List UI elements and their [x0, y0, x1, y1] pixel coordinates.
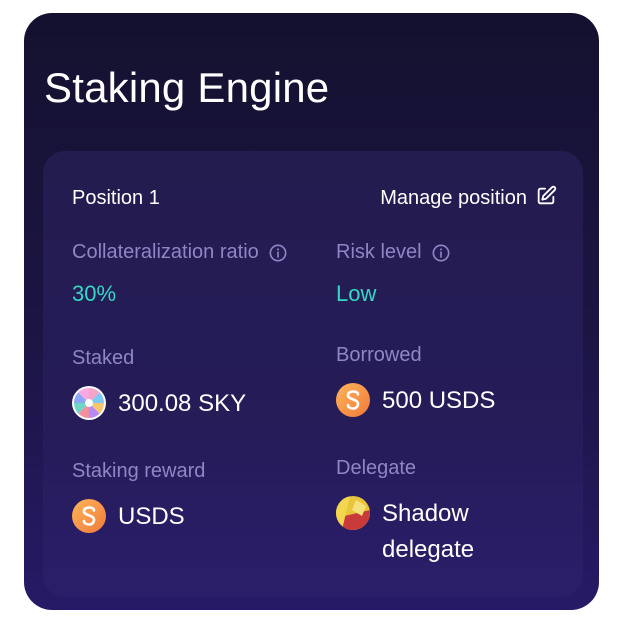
borrowed-value: 500 USDS — [382, 387, 496, 414]
edit-icon — [535, 185, 557, 212]
risk-level-label: Risk level — [336, 241, 422, 263]
usds-token-icon — [72, 499, 106, 533]
info-icon[interactable] — [269, 244, 287, 262]
delegate-value-line2: delegate — [382, 536, 475, 563]
collateralization-label: Collateralization ratio — [72, 241, 259, 263]
info-icon[interactable] — [432, 244, 450, 262]
shadow-delegate-avatar — [336, 496, 370, 530]
collateralization-field: Collateralization ratio 30% — [72, 241, 287, 307]
position-panel: Position 1 Manage position Collateraliza… — [43, 151, 583, 597]
risk-level-field: Risk level Low — [336, 241, 450, 307]
delegate-value-line1: Shadow — [382, 500, 469, 527]
staking-reward-value: USDS — [118, 503, 185, 530]
collateralization-value: 30% — [72, 281, 117, 306]
staking-reward-field: Staking reward USDS — [72, 460, 205, 535]
manage-position-button[interactable]: Manage position — [380, 185, 557, 212]
staked-value: 300.08 SKY — [118, 390, 247, 417]
staking-engine-card: Staking Engine Position 1 Manage positio… — [24, 13, 599, 610]
delegate-label: Delegate — [336, 457, 417, 479]
sky-token-icon — [72, 386, 106, 420]
manage-position-label: Manage position — [380, 187, 527, 209]
position-label: Position 1 — [72, 187, 160, 209]
staked-label: Staked — [72, 347, 135, 369]
delegate-value: Shadow delegate — [382, 496, 474, 568]
delegate-field: Delegate Shadow delegate — [336, 457, 474, 568]
borrowed-label: Borrowed — [336, 344, 422, 366]
risk-level-value: Low — [336, 281, 377, 306]
card-title: Staking Engine — [44, 64, 330, 111]
borrowed-field: Borrowed 500 USDS — [336, 344, 495, 419]
usds-token-icon — [336, 383, 370, 417]
staking-reward-label: Staking reward — [72, 460, 206, 482]
staked-field: Staked 300.08 SKY — [72, 347, 246, 422]
